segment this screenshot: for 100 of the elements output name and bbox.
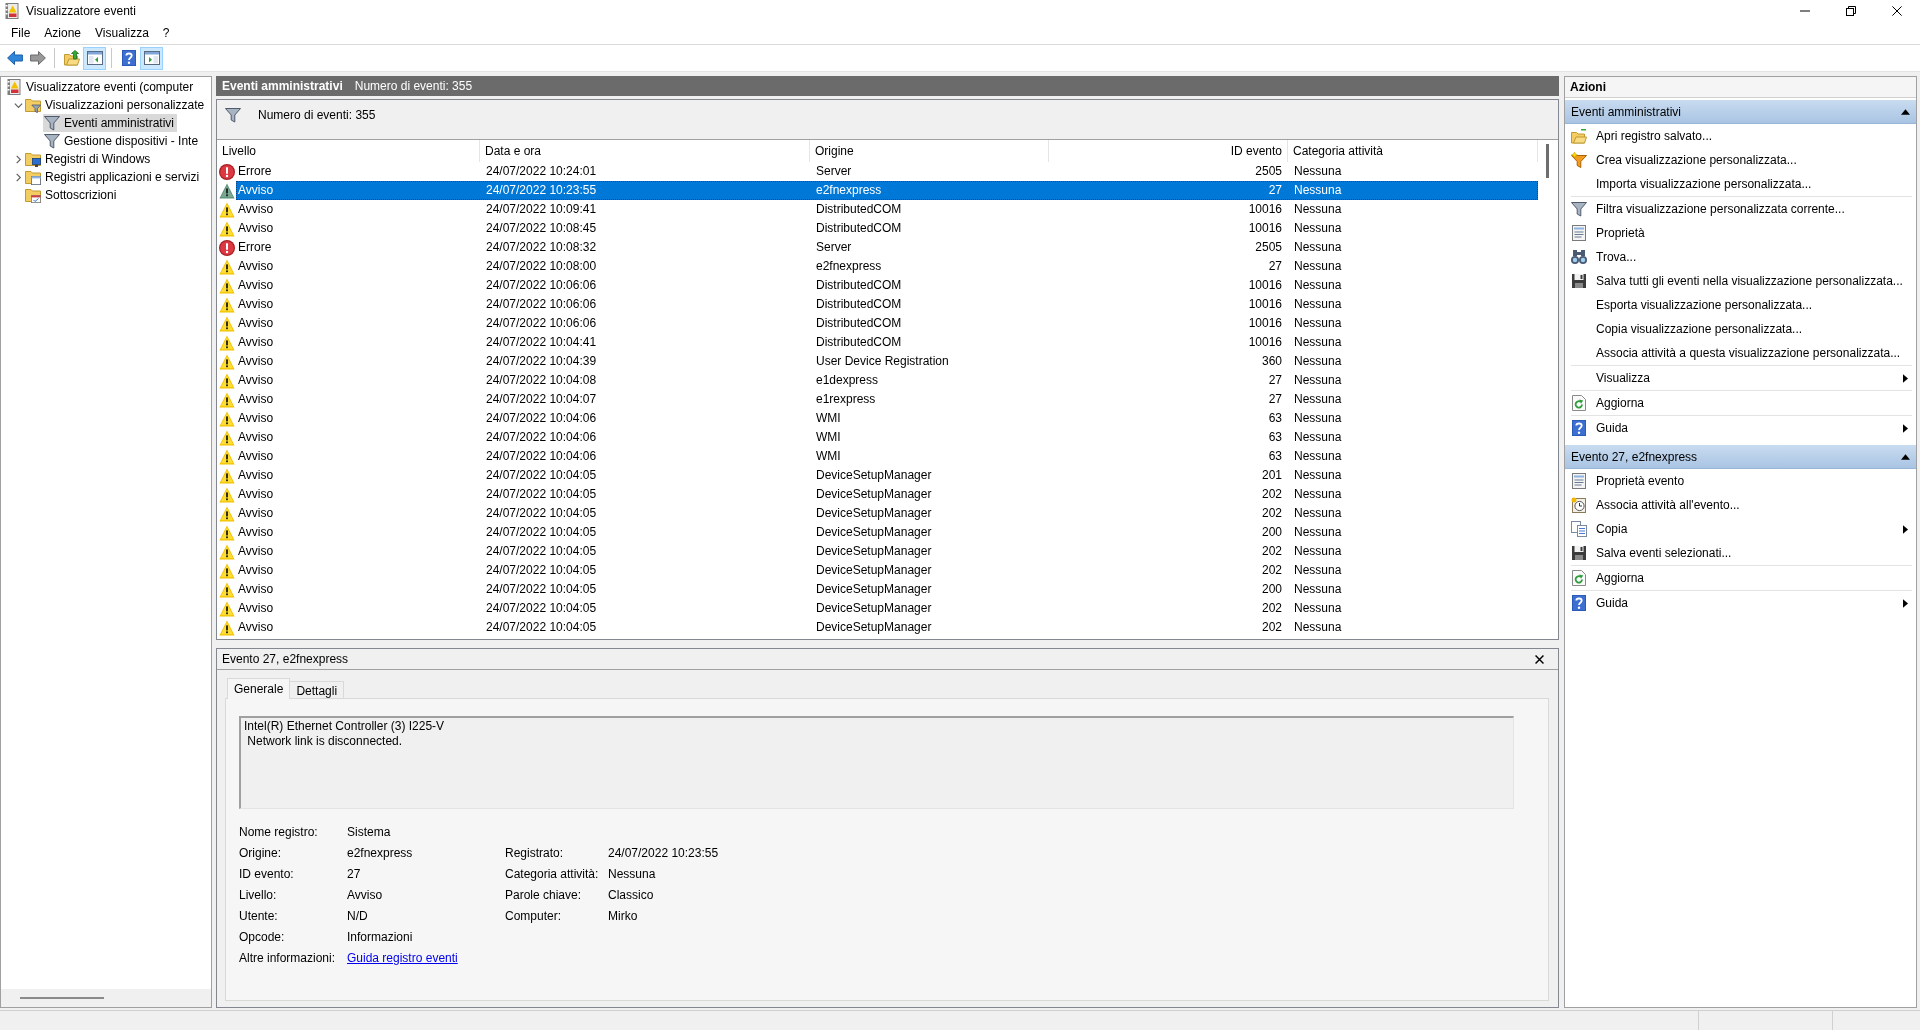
section-header[interactable]: Evento 27, e2fnexpress [1565, 445, 1916, 469]
action-pane-button[interactable] [140, 46, 163, 70]
table-cell-text: Nessuna [1293, 410, 1343, 427]
action-item[interactable]: Associa attività a questa visualizzazione personalizzata... [1565, 341, 1916, 365]
table-row[interactable]: Avviso 24/07/2022 10:04:05 DeviceSetupManager 202 Nessuna [217, 599, 1538, 618]
table-cell-text: DeviceSetupManager [815, 467, 933, 484]
field-value: Avviso [347, 887, 384, 902]
action-item[interactable]: Crea visualizzazione personalizzata... [1565, 148, 1916, 172]
table-row[interactable]: Avviso 24/07/2022 10:04:06 WMI 63 Nessuna [217, 409, 1538, 428]
action-item[interactable]: Aggiorna [1565, 566, 1916, 590]
field-label: Categoria attività: [505, 866, 600, 881]
table-cell-text: 24/07/2022 10:08:00 [485, 258, 598, 275]
tree-item[interactable]: Visualizzatore eventi (computer [5, 78, 197, 96]
section-header[interactable]: Eventi amministrativi [1565, 100, 1916, 124]
menu-item[interactable]: Visualizza [88, 23, 156, 43]
action-item[interactable]: Copia visualizzazione personalizzata... [1565, 317, 1916, 341]
description-field[interactable]: Intel(R) Ethernet Controller (3) I225-V Network link is disconnected. [239, 716, 1514, 809]
help-link[interactable]: Guida registro eventi [347, 950, 458, 965]
tree-item[interactable]: Sottoscrizioni [24, 186, 120, 204]
table-row[interactable]: Avviso 24/07/2022 10:04:06 WMI 63 Nessuna [217, 447, 1538, 466]
scrollbar-thumb[interactable] [20, 997, 104, 999]
table-row[interactable]: Avviso 24/07/2022 10:23:55 e2fnexpress 27 Nessuna [217, 181, 1538, 200]
action-item[interactable]: Copia [1565, 517, 1916, 541]
table-cell-text: DistributedCOM [815, 220, 903, 237]
table-row[interactable]: Avviso 24/07/2022 10:04:05 DeviceSetupManager 202 Nessuna [217, 618, 1538, 637]
table-row[interactable]: Avviso 24/07/2022 10:04:05 DeviceSetupManager 201 Nessuna [217, 466, 1538, 485]
action-item[interactable]: Apri registro salvato... [1565, 124, 1916, 148]
action-item[interactable]: Salva tutti gli eventi nella visualizzazione personalizzata... [1565, 269, 1916, 293]
table-row[interactable]: Avviso 24/07/2022 10:04:06 WMI 63 Nessuna [217, 428, 1538, 447]
table-cell-text: 63 [1267, 448, 1283, 465]
table-row[interactable]: Avviso 24/07/2022 10:04:05 DeviceSetupManager 200 Nessuna [217, 523, 1538, 542]
chevron-right-icon[interactable] [13, 154, 23, 164]
table-cell-text: Avviso [238, 372, 274, 389]
field-label: Opcode: [239, 929, 286, 944]
table-cell-text: Avviso [238, 315, 274, 332]
table-row[interactable]: Avviso 24/07/2022 10:04:05 DeviceSetupManager 202 Nessuna [217, 542, 1538, 561]
table-row[interactable]: Errore 24/07/2022 10:08:32 Server 2505 Nessuna [217, 238, 1538, 257]
table-row[interactable]: Avviso 24/07/2022 10:04:05 DeviceSetupManager 202 Nessuna [217, 485, 1538, 504]
column-header[interactable]: ID evento [1049, 140, 1288, 162]
table-row[interactable]: Avviso 24/07/2022 10:04:05 DeviceSetupManager 202 Nessuna [217, 504, 1538, 523]
table-row[interactable]: Avviso 24/07/2022 10:04:05 DeviceSetupManager 200 Nessuna [217, 580, 1538, 599]
table-cell-text: Avviso [238, 182, 274, 199]
action-item[interactable]: Guida [1565, 416, 1916, 440]
table-row[interactable]: Avviso 24/07/2022 10:06:06 DistributedCOM 10016 Nessuna [217, 276, 1538, 295]
warning-icon [219, 486, 235, 503]
table-cell-text: Nessuna [1293, 543, 1343, 560]
table-row[interactable]: Avviso 24/07/2022 10:08:45 DistributedCOM 10016 Nessuna [217, 219, 1538, 238]
table-row[interactable]: Avviso 24/07/2022 10:04:07 e1rexpress 27 Nessuna [217, 390, 1538, 409]
table-cell-text: WMI [815, 429, 842, 446]
table-cell-text: DeviceSetupManager [815, 600, 933, 617]
action-item[interactable]: Esporta visualizzazione personalizzata... [1565, 293, 1916, 317]
scrollbar-thumb[interactable] [1546, 144, 1549, 178]
table-row[interactable]: Avviso 24/07/2022 10:04:05 DeviceSetupManager 202 Nessuna [217, 561, 1538, 580]
table-row[interactable]: Errore 24/07/2022 10:24:01 Server 2505 Nessuna [217, 162, 1538, 181]
field-value: Informazioni [347, 929, 414, 944]
column-header[interactable]: Livello [217, 140, 480, 162]
field-value: 24/07/2022 10:23:55 [608, 845, 719, 860]
table-row[interactable]: Avviso 24/07/2022 10:06:06 DistributedCOM 10016 Nessuna [217, 295, 1538, 314]
tree-item[interactable]: Gestione dispositivi - Inte [43, 132, 202, 150]
table-row[interactable]: Avviso 24/07/2022 10:09:41 DistributedCOM 10016 Nessuna [217, 200, 1538, 219]
table-cell-text: 200 [1260, 581, 1283, 598]
tree-item[interactable]: Registri di Windows [24, 150, 154, 168]
warning-icon [219, 277, 235, 294]
table-cell-text: 202 [1260, 600, 1283, 617]
table-cell-text: Avviso [238, 277, 274, 294]
column-header[interactable]: Categoria attività [1288, 140, 1538, 162]
tree-item[interactable]: Visualizzazioni personalizzate [24, 96, 208, 114]
action-item[interactable]: Proprietà [1565, 221, 1916, 245]
menu-item[interactable]: File [4, 23, 38, 43]
table-row[interactable]: Avviso 24/07/2022 10:04:39 User Device Registration 360 Nessuna [217, 352, 1538, 371]
warning-icon [219, 201, 235, 218]
menu-item[interactable]: ? [155, 23, 177, 43]
menu-item[interactable]: Azione [37, 23, 89, 43]
table-row[interactable]: Avviso 24/07/2022 10:08:00 e2fnexpress 27 Nessuna [217, 257, 1538, 276]
action-item[interactable]: Salva eventi selezionati... [1565, 541, 1916, 565]
tree-pane-button[interactable] [83, 46, 106, 70]
action-item[interactable]: Aggiorna [1565, 391, 1916, 415]
table-row[interactable]: Avviso 24/07/2022 10:04:41 DistributedCOM 10016 Nessuna [217, 333, 1538, 352]
funnel-icon [44, 115, 60, 131]
column-header[interactable]: Data e ora [480, 140, 810, 162]
warning-icon [219, 258, 235, 275]
action-item[interactable]: Trova... [1565, 245, 1916, 269]
table-cell-text: Nessuna [1293, 372, 1343, 389]
table-row[interactable]: Avviso 24/07/2022 10:06:06 DistributedCOM 10016 Nessuna [217, 314, 1538, 333]
chevron-down-icon[interactable] [13, 100, 23, 110]
action-item[interactable]: Associa attività all'evento... [1565, 493, 1916, 517]
table-row[interactable]: Avviso 24/07/2022 10:04:08 e1dexpress 27 Nessuna [217, 371, 1538, 390]
action-item[interactable]: Filtra visualizzazione personalizzata corrente... [1565, 197, 1916, 221]
chevron-right-icon[interactable] [13, 172, 23, 182]
action-item[interactable]: Importa visualizzazione personalizzata... [1565, 172, 1916, 196]
table-cell-text: 24/07/2022 10:04:05 [485, 543, 598, 560]
action-item[interactable]: Visualizza [1565, 366, 1916, 390]
column-header[interactable]: Origine [810, 140, 1049, 162]
tree-item[interactable]: Registri applicazioni e servizi [24, 168, 203, 186]
close-icon[interactable] [1535, 654, 1544, 664]
tab[interactable]: Dettagli [289, 681, 345, 699]
action-item[interactable]: Proprietà evento [1565, 469, 1916, 493]
tree-item[interactable]: Eventi amministrativi [43, 114, 178, 132]
action-item[interactable]: Guida [1565, 591, 1916, 615]
tab[interactable]: Generale [227, 678, 291, 699]
